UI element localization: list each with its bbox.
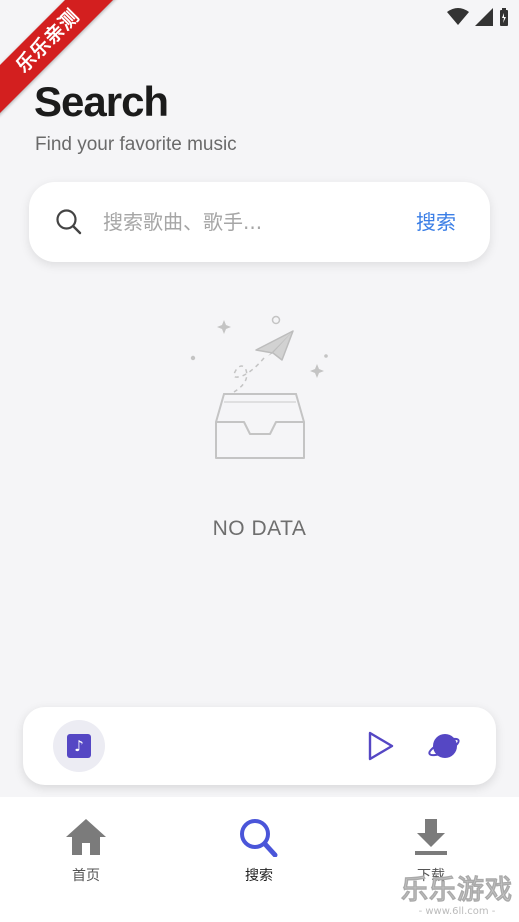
empty-inbox-paper-plane-icon — [180, 310, 340, 474]
empty-state-text: NO DATA — [212, 517, 307, 540]
battery-icon — [500, 8, 508, 26]
page-title: Search — [34, 78, 169, 125]
nav-search-label: 搜索 — [245, 868, 273, 884]
nav-home-label: 首页 — [72, 868, 100, 884]
signal-icon — [475, 8, 493, 26]
wifi-icon — [447, 8, 469, 25]
album-art[interactable]: ♪ — [53, 720, 105, 772]
search-bar: 搜索 — [29, 182, 490, 262]
bottom-nav: 首页 搜索 下载 乐乐游戏 - www.6ll.com - — [0, 797, 519, 922]
watermark: 乐乐游戏 - www.6ll.com - — [401, 875, 513, 918]
watermark-main: 乐乐游戏 — [401, 875, 513, 906]
home-icon — [66, 819, 106, 855]
planet-icon[interactable] — [427, 730, 461, 762]
page-subtitle: Find your favorite music — [35, 134, 237, 155]
music-note-icon: ♪ — [67, 734, 91, 758]
search-icon — [56, 209, 82, 235]
search-icon — [240, 819, 278, 858]
nav-search[interactable]: 搜索 — [199, 817, 319, 885]
play-icon[interactable] — [366, 730, 396, 762]
search-button[interactable]: 搜索 — [416, 206, 456, 235]
search-input[interactable] — [103, 202, 393, 242]
download-icon — [415, 819, 447, 855]
mini-player: ♪ — [23, 707, 496, 785]
watermark-sub: - www.6ll.com - — [418, 906, 496, 917]
nav-home[interactable]: 首页 — [26, 817, 146, 885]
